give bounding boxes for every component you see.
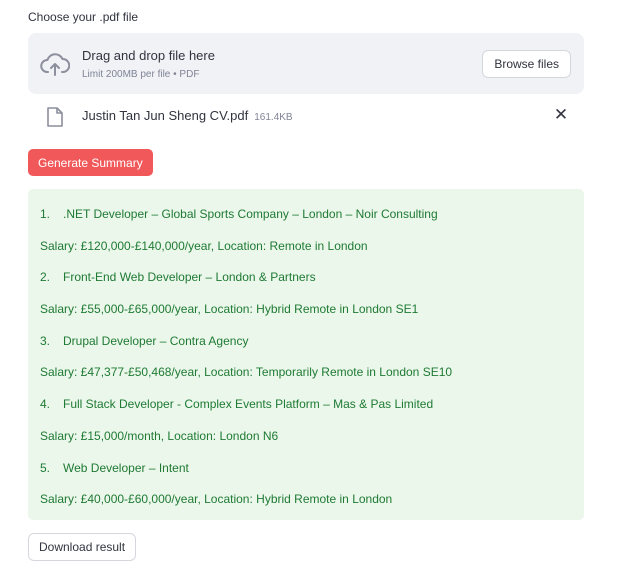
- result-salary-line: Salary: £120,000-£140,000/year, Location…: [40, 238, 368, 253]
- result-item-number: 3.: [40, 333, 51, 348]
- uploaded-file-info: Justin Tan Jun Sheng CV.pdf 161.4KB: [82, 108, 293, 123]
- result-salary-line: Salary: £15,000/month, Location: London …: [40, 428, 279, 443]
- result-item-title: Full Stack Developer - Complex Events Pl…: [63, 397, 434, 412]
- dropzone-title: Drag and drop file here: [82, 48, 215, 63]
- cloud-upload-icon: [40, 51, 71, 77]
- result-summary-box: 1. .NET Developer – Global Sports Company…: [28, 189, 584, 520]
- uploaded-file-row: Justin Tan Jun Sheng CV.pdf 161.4KB ✕: [28, 100, 584, 134]
- result-item-number: 2.: [40, 270, 51, 285]
- file-dropzone[interactable]: Drag and drop file here Limit 200MB per …: [28, 33, 584, 94]
- result-item-title: .NET Developer – Global Sports Company –…: [63, 207, 438, 221]
- uploaded-file-name: Justin Tan Jun Sheng CV.pdf: [82, 108, 249, 123]
- result-item: 5. Web Developer – Intent: [40, 461, 584, 476]
- result-salary-line: Salary: £40,000-£60,000/year, Location: …: [40, 492, 393, 507]
- generate-summary-button[interactable]: Generate Summary: [28, 149, 153, 176]
- dropzone-limit-text: Limit 200MB per file • PDF: [82, 69, 200, 80]
- result-item-title: Front-End Web Developer – London & Partn…: [63, 270, 316, 285]
- result-item-title: Web Developer – Intent: [63, 460, 189, 475]
- result-item: 3. Drupal Developer – Contra Agency: [40, 334, 584, 349]
- result-item-number: 5.: [40, 460, 51, 475]
- result-item-number: 4.: [40, 397, 51, 412]
- file-icon: [46, 106, 64, 128]
- browse-files-button[interactable]: Browse files: [482, 50, 571, 78]
- result-salary-line: Salary: £55,000-£65,000/year, Location: …: [40, 302, 419, 317]
- result-item-title: Drupal Developer – Contra Agency: [63, 333, 249, 348]
- result-item: 2. Front-End Web Developer – London & Par…: [40, 270, 584, 285]
- result-item: 4. Full Stack Developer - Complex Events …: [40, 397, 584, 412]
- result-item: 1. .NET Developer – Global Sports Company…: [40, 207, 584, 222]
- result-salary-line: Salary: £47,377-£50,468/year, Location: …: [40, 365, 453, 380]
- result-item-number: 1.: [40, 207, 51, 221]
- close-icon[interactable]: ✕: [550, 104, 572, 126]
- uploaded-file-size: 161.4KB: [254, 112, 293, 123]
- uploader-label: Choose your .pdf file: [28, 10, 139, 24]
- download-result-button[interactable]: Download result: [28, 533, 137, 561]
